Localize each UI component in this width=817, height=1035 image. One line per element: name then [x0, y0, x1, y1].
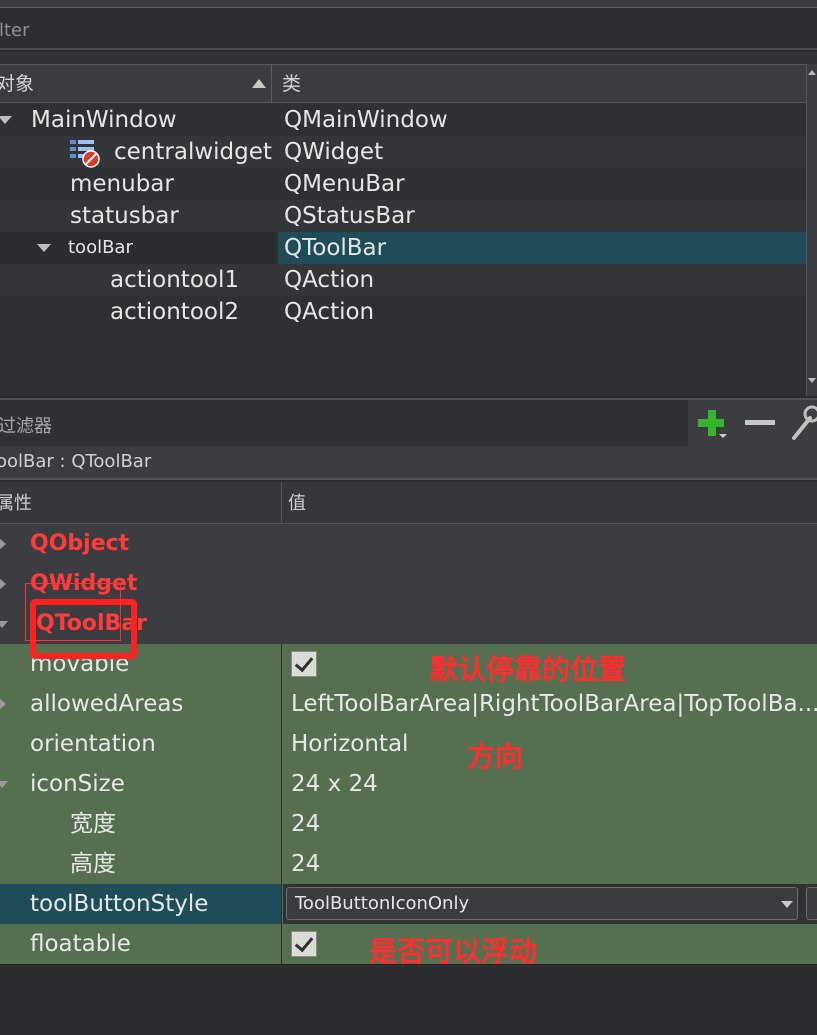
property-value-cell[interactable]: LeftToolBarArea|RightToolBarArea|TopTool…: [283, 684, 817, 724]
tree-scrollbar[interactable]: [806, 64, 817, 396]
tree-row-centralwidget[interactable]: centralwidget QWidget: [0, 136, 806, 168]
widget-layout-broken-icon: [70, 138, 104, 168]
remove-property-icon[interactable]: [745, 420, 775, 425]
current-object-label: oolBar : QToolBar: [0, 451, 152, 472]
tree-row-menubar[interactable]: menubar QMenuBar: [0, 168, 806, 200]
property-row-iconsize[interactable]: iconSize 24 x 24: [0, 764, 817, 805]
expand-arrow-icon[interactable]: [0, 578, 6, 590]
property-value: 24: [291, 851, 321, 877]
property-row-width[interactable]: 宽度 24: [0, 804, 817, 845]
property-value-cell[interactable]: Horizontal: [283, 724, 817, 764]
property-row-height[interactable]: 高度 24: [0, 844, 817, 885]
empty-area: [0, 966, 817, 1035]
property-name-cell: iconSize: [0, 764, 282, 804]
tree-item-class: QToolBar: [284, 235, 387, 261]
tree-item-class: QAction: [284, 267, 375, 293]
property-name-cell: orientation: [0, 724, 282, 764]
sort-ascending-icon: [252, 79, 266, 88]
property-name: iconSize: [30, 771, 125, 797]
property-name: floatable: [30, 931, 131, 957]
floatable-checkbox[interactable]: [291, 931, 317, 957]
highlight-box: [25, 583, 121, 641]
property-row-allowedareas[interactable]: allowedAreas LeftToolBarArea|RightToolBa…: [0, 684, 817, 725]
collapse-arrow-icon[interactable]: [0, 781, 8, 788]
property-name: 高度: [70, 851, 116, 877]
property-header: 属性 值: [0, 482, 817, 524]
tree-item-name: MainWindow: [31, 107, 177, 133]
property-value-cell: [283, 924, 817, 964]
top-strip: [0, 0, 817, 8]
tree-item-name: statusbar: [70, 203, 179, 229]
expand-arrow-icon[interactable]: [0, 538, 6, 550]
object-inspector-tree: 对象 类 MainWindow QMainWindow centralwidge…: [0, 64, 806, 396]
property-row-orientation[interactable]: orientation Horizontal: [0, 724, 817, 765]
property-name-cell: floatable: [0, 924, 282, 964]
tree-item-class: QMenuBar: [284, 171, 405, 197]
tool-button-style-dropdown[interactable]: ToolButtonIconOnly: [286, 887, 798, 920]
tree-row-actiontool1[interactable]: actiontool1 QAction: [0, 264, 806, 296]
tree-row-mainwindow[interactable]: MainWindow QMainWindow: [0, 104, 806, 136]
tree-row-statusbar[interactable]: statusbar QStatusBar: [0, 200, 806, 232]
add-dynamic-property-icon[interactable]: [696, 408, 728, 440]
property-value-cell[interactable]: 24: [283, 844, 817, 884]
collapse-arrow-icon[interactable]: [37, 244, 51, 252]
annotation-floatable: 是否可以浮动: [369, 935, 538, 968]
property-row-toolbuttonstyle[interactable]: toolButtonStyle ToolButtonIconOnly: [0, 884, 817, 925]
dropdown-value: ToolButtonIconOnly: [295, 893, 470, 914]
tree-item-class: QMainWindow: [284, 107, 448, 133]
property-value: Horizontal: [291, 731, 409, 757]
chevron-down-icon: [781, 901, 793, 908]
property-value: 24: [291, 811, 321, 837]
expand-arrow-icon[interactable]: [0, 698, 6, 710]
property-filter-input[interactable]: 过滤器: [0, 412, 52, 438]
tree-item-name: actiontool1: [110, 267, 239, 293]
group-row-qobject[interactable]: QObject: [0, 524, 817, 565]
reset-property-button[interactable]: [806, 887, 817, 920]
column-header-class[interactable]: 类: [282, 65, 582, 103]
column-header-value[interactable]: 值: [288, 482, 488, 524]
tree-row-toolbar[interactable]: toolBar QToolBar: [0, 232, 806, 264]
tree-item-name: toolBar: [68, 237, 133, 258]
property-value: 24 x 24: [291, 771, 378, 797]
property-name: toolButtonStyle: [30, 891, 209, 917]
property-name-cell: toolButtonStyle: [0, 884, 282, 924]
tree-item-name: menubar: [70, 171, 174, 197]
property-value-cell[interactable]: 24: [283, 804, 817, 844]
annotation-direction: 方向: [467, 740, 524, 773]
tree-row-actiontool2[interactable]: actiontool2 QAction: [0, 296, 806, 328]
property-value-cell[interactable]: 24 x 24: [283, 764, 817, 804]
wrench-icon[interactable]: [790, 404, 817, 442]
tree-header: 对象 类: [0, 65, 806, 103]
group-label: QObject: [30, 531, 130, 556]
current-object-bar: oolBar : QToolBar: [0, 446, 817, 480]
divider: [0, 52, 817, 64]
tree-item-name: centralwidget: [114, 139, 272, 165]
property-name-cell: 高度: [0, 844, 282, 884]
property-toolbar: [688, 400, 817, 446]
column-header-property[interactable]: 属性: [0, 482, 282, 524]
object-filter-input[interactable]: ilter: [0, 18, 811, 44]
property-value: LeftToolBarArea|RightToolBarArea|TopTool…: [291, 691, 817, 717]
tree-item-class: QWidget: [284, 139, 384, 165]
tree-item-name: actiontool2: [110, 299, 239, 325]
object-filter-bar: ilter: [0, 8, 817, 50]
tree-item-class: QStatusBar: [284, 203, 415, 229]
scroll-down-icon[interactable]: [808, 378, 816, 383]
movable-checkbox[interactable]: [291, 651, 317, 677]
property-name-cell: allowedAreas: [0, 684, 282, 724]
collapse-arrow-icon[interactable]: [0, 116, 12, 124]
annotation-default-dock: 默认停靠的位置: [430, 653, 627, 686]
property-table: 属性 值 QObject QWidget QToolBar movable al…: [0, 482, 817, 966]
property-filter-bar: 过滤器: [0, 398, 817, 446]
scroll-up-icon[interactable]: [808, 70, 816, 75]
property-name: 宽度: [70, 811, 116, 837]
property-name-cell: 宽度: [0, 804, 282, 844]
collapse-arrow-icon[interactable]: [0, 621, 8, 628]
property-name: orientation: [30, 731, 156, 757]
tree-item-class: QAction: [284, 299, 375, 325]
column-header-object[interactable]: 对象: [0, 65, 272, 103]
property-name: allowedAreas: [30, 691, 184, 717]
